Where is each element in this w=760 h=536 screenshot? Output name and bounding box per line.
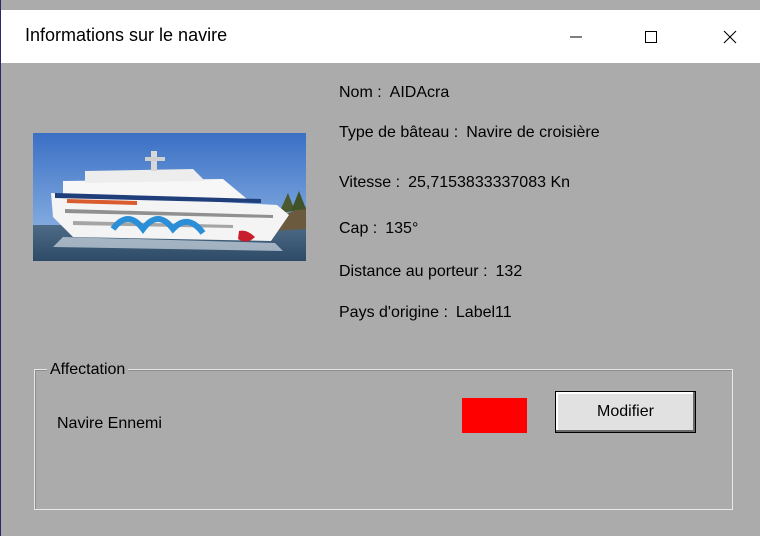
heading-row: Cap : 135° <box>339 220 418 238</box>
distance-label: Distance au porteur : <box>339 263 488 280</box>
speed-label: Vitesse : <box>339 174 401 191</box>
close-icon <box>723 30 737 43</box>
affectation-group-title: Affectation <box>47 361 129 379</box>
name-row: Nom : AIDAcra <box>339 84 449 102</box>
distance-row: Distance au porteur : 132 <box>339 263 522 281</box>
ship-photo <box>33 133 306 261</box>
name-value: AIDAcra <box>389 84 450 101</box>
type-label: Type de bâteau : <box>339 124 459 141</box>
type-row: Type de bâteau : Navire de croisière <box>339 124 600 142</box>
close-button[interactable] <box>701 10 759 63</box>
maximize-button[interactable] <box>622 10 680 63</box>
maximize-icon <box>645 30 657 43</box>
affectation-status-label: Navire Ennemi <box>57 415 162 432</box>
heading-value: 135° <box>385 220 419 237</box>
minimize-button[interactable] <box>547 10 605 63</box>
distance-value: 132 <box>495 263 523 280</box>
type-value: Navire de croisière <box>466 124 600 141</box>
modify-button[interactable]: Modifier <box>555 391 696 433</box>
title-bar[interactable]: Informations sur le navire <box>1 10 760 63</box>
affectation-color-swatch <box>462 398 527 433</box>
speed-value: 25,7153833337083 Kn <box>408 174 571 191</box>
name-label: Nom : <box>339 84 382 101</box>
ship-info-window: Informations sur le navire Nom: AIDAcra… <box>0 0 760 536</box>
country-row: Pays d'origine : Label11 <box>339 304 512 322</box>
speed-row: Vitesse : 25,7153833337083 Kn <box>339 174 570 192</box>
minimize-icon <box>570 36 582 37</box>
country-value: Label11 <box>455 304 512 321</box>
window-title: Informations sur le navire <box>25 25 228 45</box>
cruise-ship-icon <box>33 133 306 261</box>
country-label: Pays d'origine : <box>339 304 448 321</box>
heading-label: Cap : <box>339 220 378 237</box>
